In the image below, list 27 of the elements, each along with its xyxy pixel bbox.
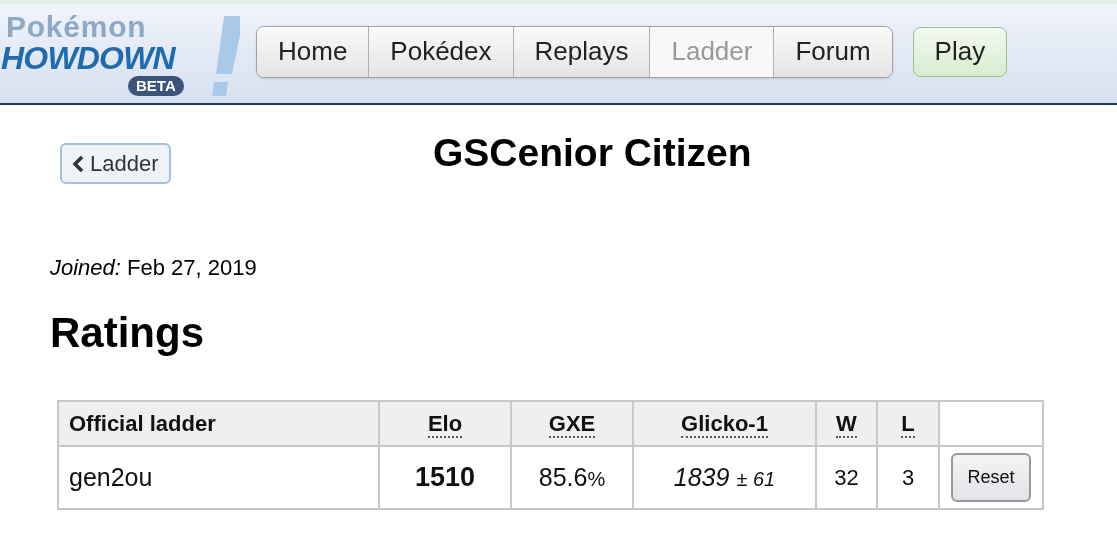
nav-tab[interactable]: Pokédex: [368, 26, 513, 77]
column-header: GXE: [511, 401, 633, 446]
nav-tab[interactable]: Replays: [512, 26, 650, 77]
nav-tab[interactable]: Forum: [773, 26, 892, 77]
gxe-cell: 85.6%: [511, 446, 633, 509]
back-button[interactable]: Ladder: [60, 143, 171, 184]
column-header: W: [816, 401, 877, 446]
ratings-heading: Ratings: [50, 312, 205, 354]
glicko-cell: 1839 ± 61: [633, 446, 816, 509]
losses-cell: 3: [877, 446, 939, 509]
logo-top-text: Pokémon: [6, 11, 147, 42]
play-button[interactable]: Play: [912, 26, 1008, 77]
nav-tab[interactable]: Home: [257, 26, 369, 77]
ladder-name-cell: gen2ou: [58, 446, 379, 509]
chevron-left-icon: [72, 154, 84, 173]
logo-main-text: HOWDOWN: [1, 41, 175, 74]
reset-button[interactable]: Reset: [951, 453, 1031, 502]
elo-cell: 1510: [379, 446, 511, 509]
site-logo[interactable]: Pokémon HOWDOWN BETA: [0, 5, 240, 102]
column-header: Elo: [379, 401, 511, 446]
wins-cell: 32: [816, 446, 877, 509]
joined-date: Joined: Feb 27, 2019: [50, 254, 258, 282]
column-header: Glicko-1: [633, 401, 816, 446]
column-header: Official ladder: [58, 401, 379, 446]
exclamation-icon: [210, 15, 240, 98]
page-title: GSCenior Citizen: [433, 133, 752, 172]
logo-badge: BETA: [128, 75, 184, 96]
